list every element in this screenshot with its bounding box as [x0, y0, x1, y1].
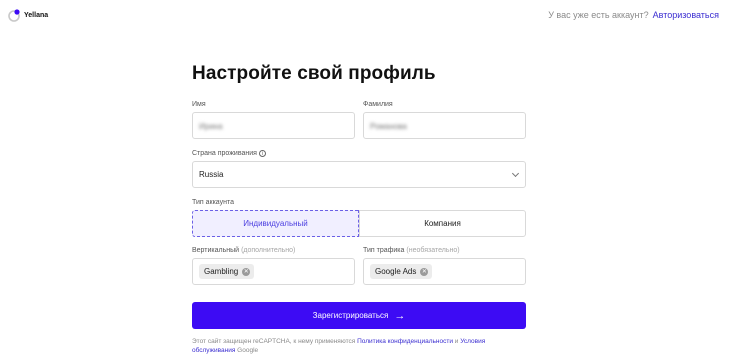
top-bar: Yellana У вас уже есть аккаунт? Авторизо… [0, 0, 730, 30]
recaptcha-notice: Этот сайт защищен reCAPTCHA, к нему прим… [192, 337, 512, 355]
first-name-field[interactable]: Ирина [192, 112, 355, 139]
chevron-down-icon [511, 169, 520, 178]
vertical-chip: Gambling ✕ [199, 264, 255, 279]
account-type-individual[interactable]: Индивидуальный [192, 210, 359, 237]
first-name-value: Ирина [199, 122, 223, 131]
traffic-label-text: Тип трафика [363, 247, 405, 254]
last-name-value: Романова [370, 122, 407, 131]
last-name-label-text: Фамилия [363, 101, 393, 108]
legal-and: и [454, 338, 459, 345]
remove-chip-icon[interactable]: ✕ [242, 267, 251, 276]
vertical-label-text: Вертикальный [192, 247, 240, 254]
register-button-label: Зарегистрироваться [312, 311, 389, 320]
login-prompt: У вас уже есть аккаунт? Авторизоваться [548, 10, 719, 20]
country-value: Russia [199, 170, 224, 179]
account-type-label-text: Тип аккаунта [192, 199, 234, 206]
page-title: Настройте свой профиль [192, 63, 436, 84]
remove-chip-icon[interactable]: ✕ [420, 267, 429, 276]
info-icon[interactable]: i [258, 150, 266, 157]
traffic-chip: Google Ads ✕ [370, 264, 433, 279]
privacy-policy-link[interactable]: Политика конфиденциальности [357, 338, 453, 345]
brand-name: Yellana [24, 11, 49, 19]
country-select[interactable]: Russia [192, 161, 526, 188]
login-link[interactable]: Авторизоваться [653, 10, 719, 20]
legal-prefix: Этот сайт защищен reCAPTCHA, к нему прим… [192, 338, 356, 345]
country-label: Страна проживания i [192, 150, 266, 157]
traffic-hint: (необязательно) [406, 247, 460, 254]
country-label-text: Страна проживания [192, 150, 257, 157]
vertical-chip-label: Gambling [204, 267, 239, 276]
account-type-company[interactable]: Компания [359, 210, 526, 237]
first-name-label-text: Имя [192, 101, 206, 108]
first-name-label: Имя [192, 101, 206, 108]
register-button[interactable]: Зарегистрироваться → [192, 302, 526, 329]
account-type-label: Тип аккаунта [192, 199, 234, 206]
traffic-chip-label: Google Ads [375, 267, 417, 276]
legal-suffix: Google [237, 347, 259, 354]
vertical-label: Вертикальный (дополнительно) [192, 247, 295, 254]
traffic-multiselect[interactable]: Google Ads ✕ [363, 258, 526, 285]
vertical-hint: (дополнительно) [241, 247, 296, 254]
logo-icon [8, 9, 20, 22]
traffic-label: Тип трафика (необязательно) [363, 247, 460, 254]
last-name-label: Фамилия [363, 101, 393, 108]
brand-logo[interactable]: Yellana [7, 8, 48, 22]
login-question: У вас уже есть аккаунт? [548, 10, 649, 20]
arrow-right-icon: → [394, 309, 406, 322]
last-name-field[interactable]: Романова [363, 112, 526, 139]
vertical-multiselect[interactable]: Gambling ✕ [192, 258, 355, 285]
